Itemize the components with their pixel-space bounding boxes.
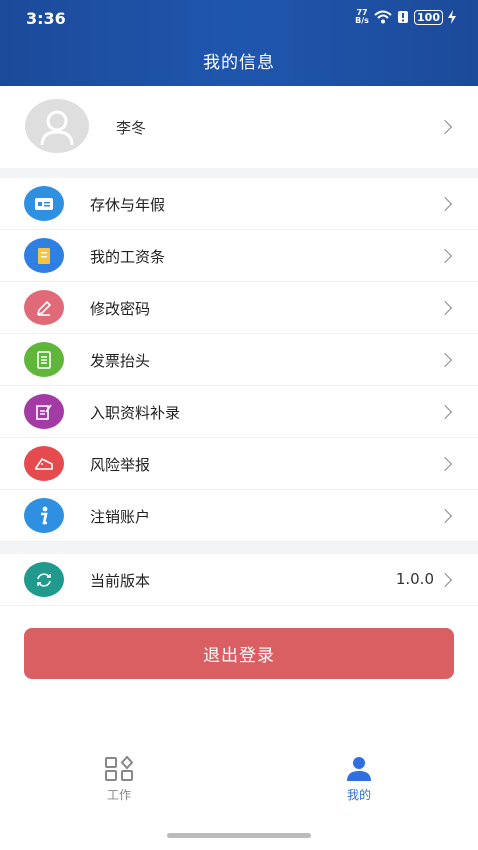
tab-label: 我的: [346, 788, 371, 802]
chevron-right-icon: [437, 404, 453, 420]
user-silhouette-icon: [40, 110, 74, 146]
avatar: [25, 99, 89, 153]
menu-item-label: 风险举报: [90, 456, 151, 474]
status-time: 3:36: [26, 9, 66, 28]
menu-item-leave[interactable]: 存休与年假: [0, 178, 478, 230]
menu-item-change-password[interactable]: 修改密码: [0, 282, 478, 334]
tab-work[interactable]: 工作: [79, 756, 159, 803]
tab-mine[interactable]: 我的: [319, 756, 399, 803]
menu-item-label: 修改密码: [90, 300, 151, 318]
chevron-right-icon: [437, 196, 453, 212]
chevron-right-icon: [437, 456, 453, 472]
menu-item-risk-report[interactable]: 风险举报: [0, 438, 478, 490]
menu-item-label: 发票抬头: [90, 352, 151, 370]
menu-item-label: 存休与年假: [90, 196, 166, 214]
profile-name: 李冬: [116, 119, 147, 137]
chevron-right-icon: [437, 508, 453, 524]
wifi-icon: [374, 10, 392, 24]
header-bar: 3:36 77 B/s 100 我的信息: [0, 0, 478, 86]
chevron-right-icon: [437, 248, 453, 264]
page-title: 我的信息: [203, 53, 275, 73]
refresh-icon: [24, 562, 64, 597]
chevron-right-icon: [437, 572, 453, 588]
chevron-right-icon: [437, 119, 453, 135]
menu-item-invoice-title[interactable]: 发票抬头: [0, 334, 478, 386]
battery-indicator: 100: [414, 9, 443, 25]
user-profile-icon: [347, 757, 371, 781]
menu-item-onboarding-info[interactable]: 入职资料补录: [0, 386, 478, 438]
info-icon: [24, 498, 64, 533]
id-card-icon: [24, 186, 64, 221]
profile-row[interactable]: 李冬: [0, 86, 478, 168]
menu-item-label: 入职资料补录: [90, 404, 181, 422]
menu-item-label: 当前版本: [90, 572, 151, 590]
payslip-icon: [24, 238, 64, 273]
pencil-icon: [24, 290, 64, 325]
tab-label: 工作: [106, 788, 131, 802]
status-icons: 77 B/s 100: [355, 9, 456, 25]
section-divider: [0, 168, 478, 178]
chevron-right-icon: [437, 300, 453, 316]
network-speed: 77 B/s: [355, 8, 369, 25]
home-indicator[interactable]: [167, 833, 311, 838]
logout-button[interactable]: 退出登录: [24, 628, 454, 679]
alert-tag-icon: [24, 446, 64, 481]
grid-apps-icon: [105, 756, 134, 781]
edit-document-icon: [24, 394, 64, 429]
chevron-right-icon: [437, 352, 453, 368]
charging-icon: [448, 10, 456, 24]
menu-item-label: 注销账户: [90, 508, 151, 526]
menu-item-close-account[interactable]: 注销账户: [0, 490, 478, 542]
notification-icon: [398, 11, 409, 23]
invoice-icon: [24, 342, 64, 377]
version-value: 1.0.0: [395, 570, 434, 588]
section-divider: [0, 542, 478, 554]
menu-item-payslip[interactable]: 我的工资条: [0, 230, 478, 282]
menu-item-version[interactable]: 当前版本 1.0.0: [0, 554, 478, 606]
menu-item-label: 我的工资条: [90, 248, 166, 266]
